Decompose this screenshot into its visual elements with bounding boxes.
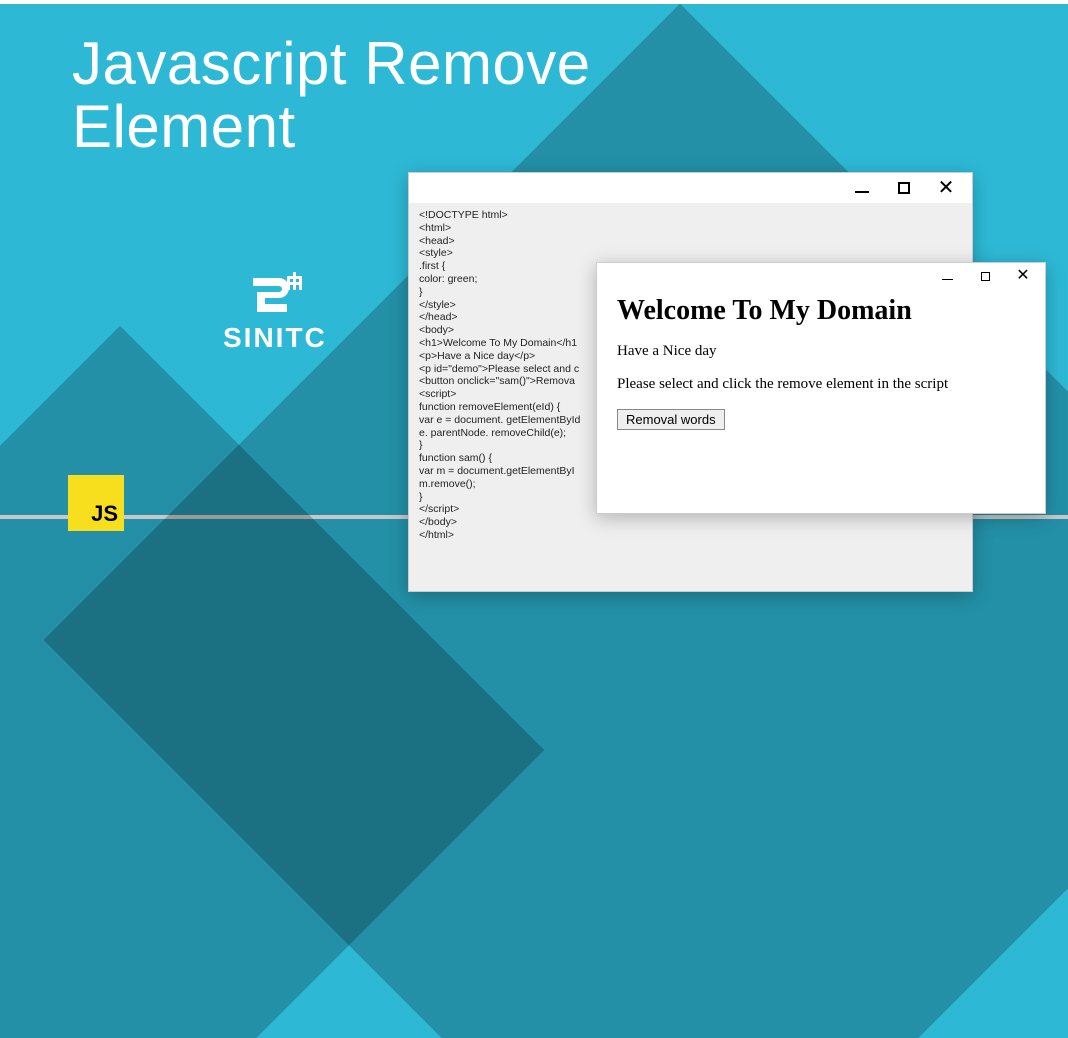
preview-paragraph-2: Please select and click the remove eleme… [617, 376, 1025, 393]
close-button[interactable]: ✕ [1015, 268, 1031, 284]
decorative-bar-top [0, 0, 1068, 4]
logo-glyph-icon [247, 272, 303, 320]
page-title: Javascript Remove Element [72, 32, 591, 158]
close-button[interactable]: ✕ [938, 180, 954, 196]
title-line-1: Javascript Remove [72, 30, 591, 97]
minimize-button[interactable] [939, 268, 955, 284]
brand-logo: SINITC [223, 272, 327, 354]
preview-paragraph-1: Have a Nice day [617, 343, 1025, 360]
preview-content: Welcome To My Domain Have a Nice day Ple… [597, 289, 1045, 444]
preview-window-titlebar: ✕ [597, 263, 1045, 289]
preview-heading: Welcome To My Domain [617, 295, 1025, 327]
minimize-button[interactable] [854, 180, 870, 196]
maximize-button[interactable] [896, 180, 912, 196]
logo-text: SINITC [223, 322, 327, 354]
title-line-2: Element [72, 93, 296, 160]
maximize-button[interactable] [977, 268, 993, 284]
js-badge-icon: JS [68, 475, 124, 531]
removal-words-button[interactable]: Removal words [617, 409, 725, 430]
browser-preview-window: ✕ Welcome To My Domain Have a Nice day P… [596, 262, 1046, 514]
code-window-titlebar: ✕ [409, 173, 972, 203]
